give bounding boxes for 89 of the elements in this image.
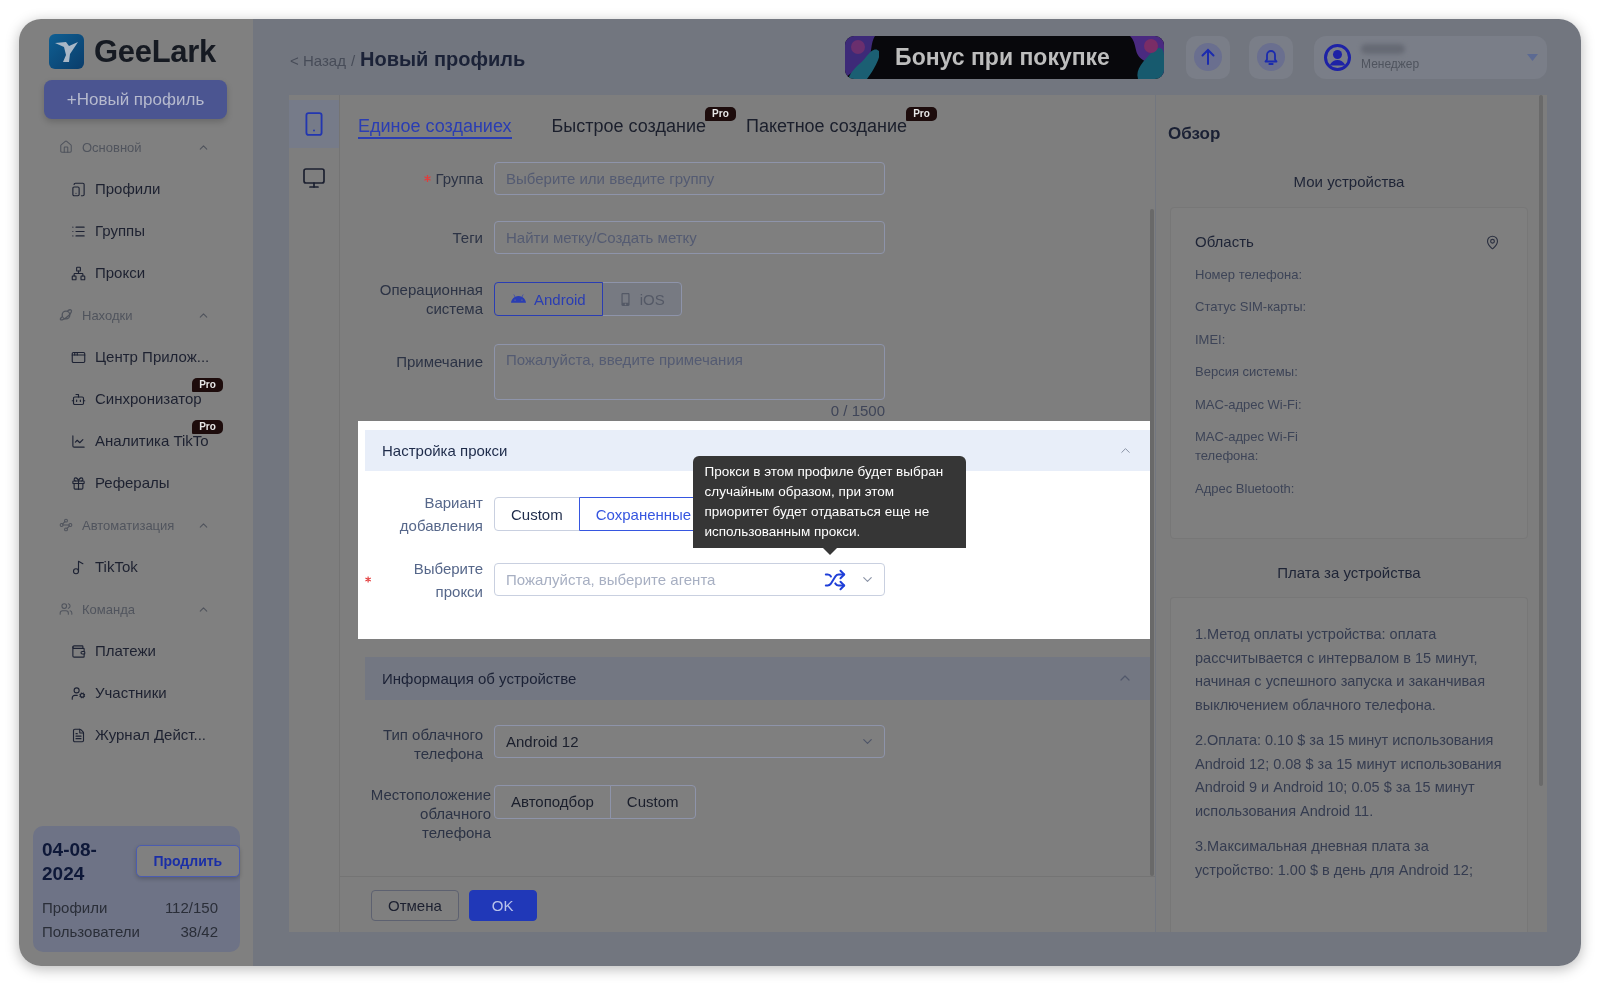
breadcrumb-separator: / (350, 51, 356, 69)
expiry-date: 04-08-2024 (42, 838, 98, 886)
select-field[interactable]: Android 12 (494, 724, 885, 758)
nav-item[interactable]: TikTok (33, 546, 233, 588)
pro-badge: Pro (704, 107, 736, 121)
mobile-phone-icon (618, 292, 632, 306)
renew-button[interactable]: Продлить (135, 845, 240, 877)
character-counter: 0 / 1500 (830, 402, 885, 420)
logo-text: GeeLark (94, 34, 216, 69)
tab[interactable]: Пакетное создание (745, 115, 907, 139)
monitor-icon (302, 166, 326, 190)
bell-icon (1257, 43, 1285, 71)
cancel-button[interactable]: Отмена (371, 890, 459, 921)
new-profile-button[interactable]: +Новый профиль (44, 80, 227, 119)
section-title: Мои устройства (1292, 172, 1406, 192)
network-icon (71, 265, 86, 281)
app-window-icon (71, 349, 86, 365)
tab[interactable]: Быстрое создание (551, 115, 706, 139)
pricing-paragraph: 2.Оплата: 0.10 $ за 15 минут использования Android 12; 0.08 $ за 15 минут использования Android 9 и Android 10; 0.05 $ за 15 минут использования Android 11. (1195, 731, 1503, 821)
pro-badge: Pro (192, 378, 223, 392)
pro-badge: Pro (906, 107, 937, 121)
robot-icon (71, 391, 86, 407)
nav-item[interactable]: Рефералы (33, 462, 233, 504)
logo-icon (49, 34, 84, 69)
field-label: Местоположение облачного телефона (369, 784, 491, 842)
device-field-label: Адрес Bluetooth: (1195, 479, 1296, 498)
os-option[interactable]: Android (494, 282, 603, 316)
scrollbar[interactable] (1150, 209, 1154, 876)
promo-banner[interactable]: Бонус при покупке (845, 35, 1164, 79)
device-field-label: MAC-адрес Wi-Fi: (1195, 395, 1303, 414)
page-title: Новый профиль (360, 47, 526, 71)
pro-badge: Pro (192, 420, 223, 434)
select-field[interactable]: Пожалуйста, выберите агента (494, 563, 885, 596)
upload-button[interactable] (1186, 35, 1230, 79)
devices-icon (71, 181, 86, 197)
pricing-paragraph: 3.Максимальная дневная плата за устройство: 1.00 $ в день для Android 12; (1195, 837, 1474, 880)
tooltip: Прокси в этом профиле будет выбран случайным образом, при этом приоритет будет отдаваться еще не использованным прокси. (693, 456, 966, 555)
ok-button[interactable]: OK (468, 890, 537, 921)
abstract-shapes-drawing (845, 35, 879, 79)
tab[interactable]: Единое созданиех (358, 115, 512, 139)
nav-item[interactable]: Профили (33, 168, 233, 210)
device-field-label: Версия системы: (1195, 363, 1299, 381)
list-icon (71, 223, 86, 239)
nav-item[interactable]: Платежи (33, 630, 233, 672)
stat-label: Пользователи (42, 921, 140, 942)
device-field-label: Номер телефона: (1195, 265, 1303, 284)
nodes-icon (59, 518, 73, 532)
line-chart-icon (71, 433, 86, 449)
device-field-label: MAC-адрес Wi-Fi телефона: (1195, 428, 1299, 465)
location-option[interactable]: Автоподбор (494, 784, 611, 819)
region-label: Область (1195, 232, 1254, 252)
device-field-label: IMEI: (1195, 330, 1227, 349)
field-label: Группа (435, 169, 483, 188)
planet-icon (59, 308, 73, 322)
nav-item[interactable]: Участники (33, 672, 233, 714)
add-method-option[interactable]: Custom (494, 497, 580, 531)
arrow-up-icon (1194, 43, 1222, 71)
stat-value: 112/150 (164, 898, 218, 918)
field-label: Операционная система (378, 280, 483, 318)
nav-item[interactable]: Группы (33, 210, 233, 252)
field-label: Тип облачного телефона (381, 724, 483, 763)
section-title: Плата за устройства (1276, 563, 1422, 583)
map-pin-icon (1485, 234, 1500, 250)
field-label: Вариант добавления (398, 493, 483, 536)
field-label: Примечание (396, 352, 483, 371)
user-gear-icon (71, 685, 86, 701)
avatar-icon (1324, 43, 1351, 71)
users-icon (59, 602, 73, 616)
document-icon (71, 727, 86, 743)
banner-text: Бонус при покупке (895, 43, 1110, 71)
stat-label: Профили (42, 898, 108, 918)
nav-item[interactable]: Журнал Дейст... (33, 714, 233, 756)
rail-tab[interactable] (289, 100, 339, 148)
house-icon (59, 140, 73, 154)
device-field-label: Статус SIM-карты: (1195, 298, 1308, 316)
nav-item[interactable]: Центр Прилож... (33, 336, 233, 378)
gift-icon (71, 475, 86, 491)
panel-title: Обзор (1168, 124, 1222, 144)
pricing-paragraph: 1.Метод оплаты устройства: оплата рассчитывается с интервалом в 15 минут, начиная с успешного запуска и заканчивая выключением облачного телефона. (1195, 625, 1486, 715)
caret-icon (1527, 53, 1538, 61)
wallet-icon (71, 643, 86, 659)
music-note-icon (71, 559, 86, 575)
field-label: Выберите прокси (412, 558, 483, 602)
nav-item[interactable]: Прокси (33, 252, 233, 294)
field-label: Теги (452, 228, 483, 247)
stat-value: 38/42 (180, 921, 218, 942)
section-header[interactable]: Информация об устройстве (365, 656, 1150, 700)
notifications-button[interactable] (1249, 35, 1293, 79)
location-option[interactable]: Custom (609, 784, 696, 819)
